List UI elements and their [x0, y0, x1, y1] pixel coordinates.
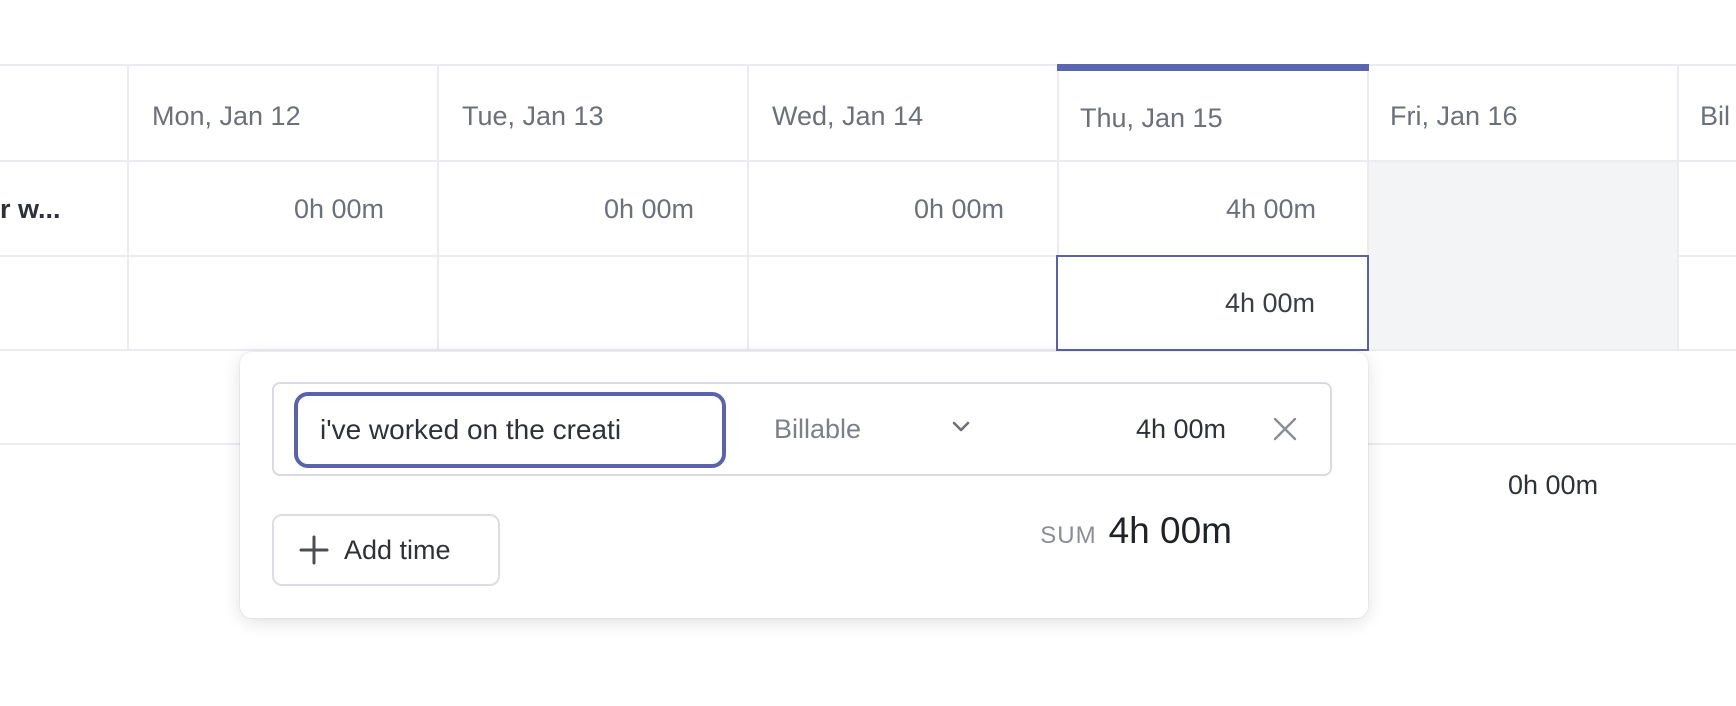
- billing-select-value: Billable: [774, 413, 862, 444]
- weekend-shaded-cell: [1369, 162, 1677, 349]
- timesheet-page: Mon, Jan 12 Tue, Jan 13 Wed, Jan 14 Thu,…: [0, 0, 1736, 706]
- billing-select[interactable]: Billable: [774, 384, 861, 474]
- column-header-mon[interactable]: Mon, Jan 12: [128, 72, 436, 160]
- row-label-task[interactable]: r w...: [0, 162, 126, 256]
- plus-icon: [299, 535, 329, 565]
- grid-line: [0, 443, 240, 445]
- time-cell-wed[interactable]: 0h 00m: [748, 162, 1056, 256]
- add-time-button[interactable]: Add time: [272, 514, 500, 586]
- selected-time-value: 4h 00m: [1224, 287, 1315, 318]
- time-cell-mon[interactable]: 0h 00m: [128, 162, 436, 256]
- chevron-down-icon[interactable]: [946, 412, 976, 442]
- active-column-indicator: [1057, 64, 1369, 71]
- time-cell-thu[interactable]: 4h 00m: [1058, 162, 1368, 256]
- add-time-label: Add time: [344, 534, 451, 565]
- entry-duration-input[interactable]: 4h 00m: [1136, 384, 1226, 474]
- sum-label: SUM: [1040, 522, 1097, 549]
- column-header-tue[interactable]: Tue, Jan 13: [438, 72, 746, 160]
- time-entry-popover: Billable 4h 00m Add time SUM 4h 00m: [240, 352, 1368, 618]
- close-icon[interactable]: [1268, 412, 1302, 446]
- time-entry-row: Billable 4h 00m: [272, 382, 1332, 476]
- grid-line: [0, 349, 1736, 351]
- sum-value: 4h 00m: [1108, 510, 1232, 551]
- selected-time-cell[interactable]: 4h 00m: [1056, 255, 1369, 351]
- column-header-thu[interactable]: Thu, Jan 15: [1058, 74, 1366, 162]
- row-total-value: 0h 00m: [1508, 470, 1599, 500]
- column-header-billable[interactable]: Bil: [1678, 72, 1736, 160]
- time-cell-tue[interactable]: 0h 00m: [438, 162, 746, 256]
- grid-line: [0, 64, 1736, 66]
- description-input[interactable]: [294, 392, 726, 468]
- column-header-fri[interactable]: Fri, Jan 16: [1368, 72, 1676, 160]
- sum-total: SUM 4h 00m: [1040, 510, 1232, 574]
- grid-line: [1368, 443, 1736, 445]
- column-header-wed[interactable]: Wed, Jan 14: [748, 72, 1056, 160]
